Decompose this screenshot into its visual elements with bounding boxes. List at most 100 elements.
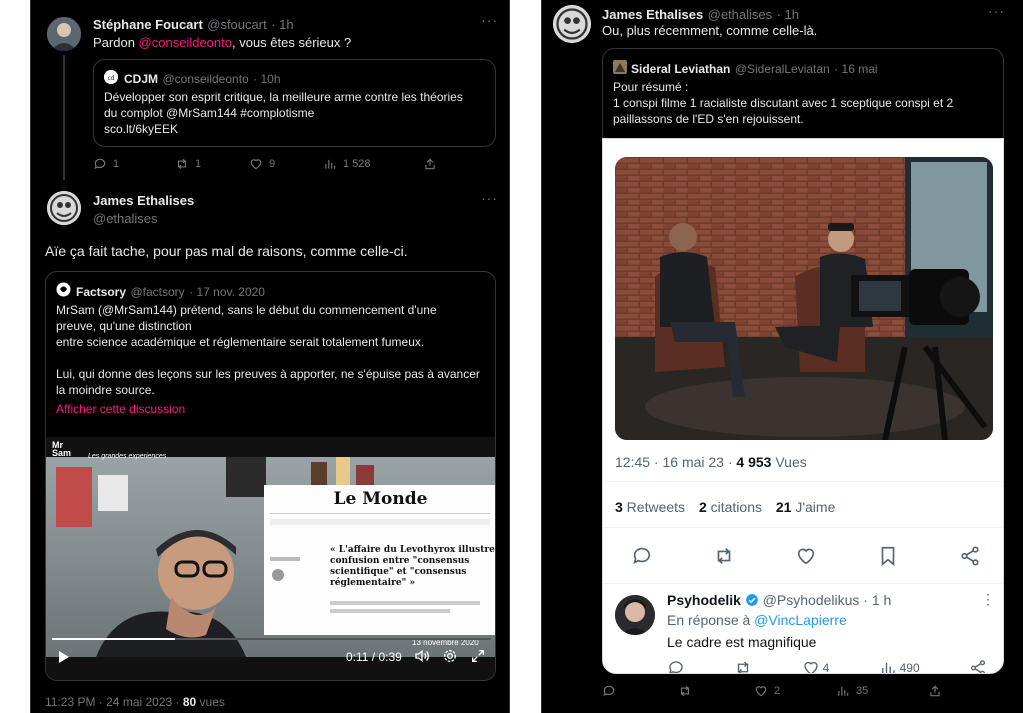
like-button[interactable]: 9 <box>249 157 323 171</box>
poster-question <box>226 457 266 497</box>
tweet-author-handle[interactable]: @ethalises <box>93 211 194 226</box>
reply-more-options-icon[interactable]: ⋮ <box>981 591 995 608</box>
share-button[interactable] <box>928 684 942 698</box>
avatar-psyhodelik[interactable] <box>615 595 655 635</box>
headline-line-1: « L'affaire du Levothyrox illustre une <box>330 545 495 555</box>
mention-link[interactable]: @conseildeonto <box>139 35 232 50</box>
left-timeline-panel: Stéphane Foucart @sfoucart · 1h ··· Pard… <box>30 0 510 713</box>
quoted-author-name: Sideral Leviathan <box>631 62 731 76</box>
quoted-line-3: paillassons de l'ED s'en rejouissent. <box>613 112 804 126</box>
retweet-button[interactable]: 1 <box>175 157 249 171</box>
avatar-james-ethalises[interactable] <box>553 5 591 43</box>
play-button[interactable] <box>58 650 70 669</box>
views-count: 1 528 <box>343 158 371 170</box>
share-icon <box>930 685 940 697</box>
share-icon[interactable] <box>959 545 981 567</box>
quotes-count: 2 <box>698 499 707 515</box>
reply-button[interactable] <box>602 684 678 698</box>
share-button[interactable] <box>423 157 437 171</box>
tweet-text: Ou, plus récemment, comme celle-là. <box>602 23 818 38</box>
video-frame: Le Monde « L'affaire du Levothyrox illus… <box>46 457 495 657</box>
tweet-actions: 2 35 <box>602 684 952 698</box>
tweet-meta: 12:45 · 16 mai 23 · 4 953 Vues <box>615 454 807 470</box>
quoted-tweet-sideral[interactable]: Sideral Leviathan @SideralLeviatan · 16 … <box>602 48 1004 140</box>
reply-button[interactable]: 1 <box>93 157 175 171</box>
video-progress-track[interactable] <box>52 638 491 640</box>
quoted-line-4: Lui, qui donne des leçons sur les preuve… <box>56 367 480 381</box>
settings-button[interactable] <box>442 648 458 669</box>
share-icon[interactable] <box>969 659 987 674</box>
reply-icon[interactable] <box>667 659 685 674</box>
tweet-views-count: 80 <box>182 695 197 709</box>
views-count: 35 <box>856 685 869 697</box>
retweets-count: 3 <box>615 499 623 515</box>
volume-button[interactable] <box>414 648 430 669</box>
views-chart-icon <box>325 159 336 169</box>
retweet-icon[interactable] <box>713 545 735 567</box>
tweet-time[interactable]: · 1h <box>271 17 293 32</box>
tweet-author-name[interactable]: James Ethalises <box>93 193 194 208</box>
in-reply-to-link[interactable]: @VincLapierre <box>754 612 847 628</box>
play-icon <box>59 651 69 663</box>
embedded-screenshot-card: 12:45 · 16 mai 23 · 4 953 Vues 3 Retweet… <box>602 138 1004 674</box>
views-button[interactable]: 1 528 <box>323 157 423 171</box>
retweets-stat[interactable]: 3 Retweets <box>615 499 685 515</box>
fullscreen-button[interactable] <box>470 648 486 669</box>
heart-icon <box>250 159 262 170</box>
reply-views-count: 490 <box>899 661 920 674</box>
tweet-footer-meta: 11:23 PM · 24 mai 2023 · 80 vues <box>45 695 225 709</box>
more-options-icon[interactable]: ··· <box>988 3 1005 19</box>
video-player[interactable]: Le Monde « L'affaire du Levothyrox illus… <box>46 437 495 680</box>
tweet-author-name[interactable]: Stéphane Foucart <box>93 17 203 32</box>
tweet-timestamp[interactable]: 12:45 · 16 mai 23 · <box>615 454 736 470</box>
views-button[interactable]: 35 <box>836 684 928 698</box>
reply-like-button[interactable]: 4 <box>802 659 829 673</box>
quoted-author-handle: @SideralLeviatan <box>734 62 830 76</box>
tweet-timestamp[interactable]: 11:23 PM · 24 mai 2023 · <box>45 695 183 709</box>
in-reply-prefix: En réponse à <box>667 612 755 628</box>
video-series-label: Les grandes experiences <box>88 453 167 460</box>
quoted-line-3: sco.lt/6kyEEK <box>104 122 179 136</box>
tweet-time[interactable]: · 1h <box>777 7 799 22</box>
quoted-text: Développer son esprit critique, la meill… <box>104 89 463 137</box>
quoted-time: · 17 nov. 2020 <box>189 285 265 299</box>
reply-author-handle[interactable]: @Psyhodelikus <box>763 592 860 608</box>
reply-icon[interactable] <box>631 545 653 567</box>
reply-author-name[interactable]: Psyhodelik <box>667 592 741 608</box>
tweet-author-name[interactable]: James Ethalises <box>602 7 703 22</box>
quoted-tweet-cdjm[interactable]: cd CDJM @conseildeonto · 10h Développer … <box>93 59 496 147</box>
quoted-author-name: CDJM <box>124 72 159 86</box>
headline-line-2: confusion entre "consensus <box>330 556 470 566</box>
newspaper-clipping: Le Monde « L'affaire du Levothyrox illus… <box>264 485 495 635</box>
heart-icon[interactable] <box>795 545 817 567</box>
interview-photo[interactable] <box>615 157 993 440</box>
more-options-icon[interactable]: ··· <box>481 12 498 28</box>
retweet-icon[interactable] <box>734 659 752 674</box>
retweet-count: 1 <box>195 158 202 170</box>
quotes-stat[interactable]: 2 citations <box>699 499 762 515</box>
verified-badge-icon <box>745 594 758 606</box>
quoted-tweet-factsory[interactable]: Factsory @factsory · 17 nov. 2020 MrSam … <box>45 271 496 681</box>
reply-time[interactable]: · 1 h <box>863 592 891 608</box>
reply-views-button[interactable]: 490 <box>879 659 920 674</box>
quoted-time: · 16 mai <box>834 62 878 76</box>
tweet-author-handle[interactable]: @sfoucart <box>207 17 266 32</box>
tweet-text-prefix: Pardon <box>93 35 139 50</box>
tweet-text: Aïe ça fait tache, pour pas mal de raiso… <box>45 243 408 259</box>
bookmark-icon[interactable] <box>877 545 899 567</box>
tweet-author-handle[interactable]: @ethalises <box>708 7 773 22</box>
quoted-text: MrSam (@MrSam144) prétend, sans le début… <box>56 302 480 417</box>
show-thread-link[interactable]: Afficher cette discussion <box>56 401 480 417</box>
headline-line-3: scientifique" et "consensus <box>330 567 467 577</box>
poster-white <box>98 475 128 511</box>
retweet-button[interactable] <box>678 684 754 698</box>
video-progress-fill <box>52 638 175 640</box>
quoted-author-handle: @conseildeonto <box>162 72 249 86</box>
likes-stat[interactable]: 21 J'aime <box>776 499 836 515</box>
like-button[interactable]: 2 <box>754 684 836 698</box>
avatar-james-ethalises[interactable] <box>47 191 81 225</box>
retweets-label: Retweets <box>622 499 686 515</box>
more-options-icon[interactable]: ··· <box>481 190 498 206</box>
quoted-author-name: Factsory <box>76 285 127 299</box>
avatar-stephane-foucart[interactable] <box>47 17 81 51</box>
